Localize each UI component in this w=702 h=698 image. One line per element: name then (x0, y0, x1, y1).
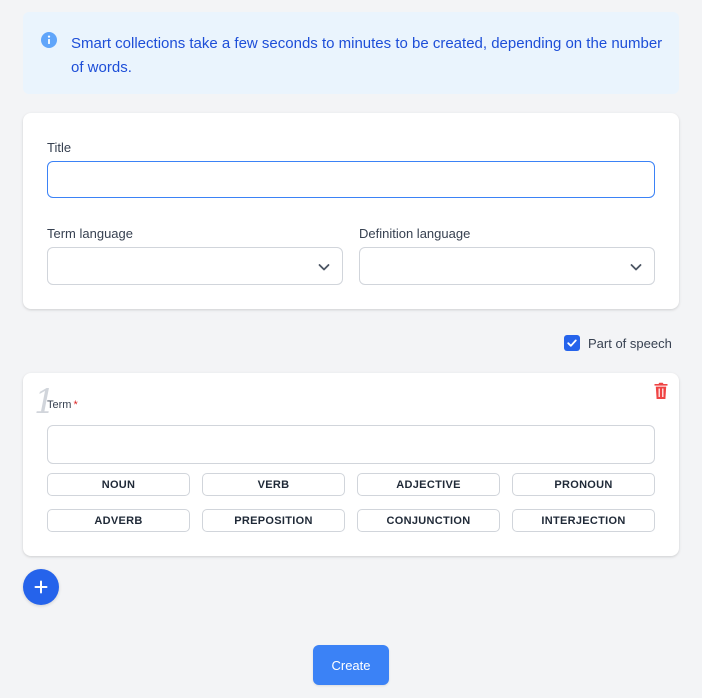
chevron-down-icon (318, 264, 330, 271)
create-button[interactable]: Create (313, 645, 389, 685)
term-input[interactable] (47, 425, 655, 464)
part-of-speech-label: Part of speech (588, 335, 672, 351)
definition-language-select[interactable] (359, 247, 655, 285)
chevron-down-icon (630, 264, 642, 271)
pos-pronoun-button[interactable]: PRONOUN (512, 473, 655, 496)
term-language-label: Term language (47, 226, 133, 241)
term-language-select[interactable] (47, 247, 343, 285)
plus-icon (34, 580, 48, 594)
pos-verb-button[interactable]: VERB (202, 473, 345, 496)
definition-language-label: Definition language (359, 226, 471, 241)
term-label-text: Term (47, 399, 72, 411)
trash-icon[interactable] (653, 382, 669, 400)
check-icon (567, 339, 577, 347)
term-card: 1 Term * NOUN VERB ADJECTIVE PRONOUN ADVE… (23, 373, 679, 556)
add-term-button[interactable] (23, 569, 59, 605)
pos-interjection-button[interactable]: INTERJECTION (512, 509, 655, 532)
info-banner: Smart collections take a few seconds to … (23, 12, 679, 94)
term-label: Term * (47, 399, 78, 411)
collection-settings-card: Title Term language Definition language (23, 113, 679, 309)
pos-adjective-button[interactable]: ADJECTIVE (357, 473, 500, 496)
pos-adverb-button[interactable]: ADVERB (47, 509, 190, 532)
pos-preposition-button[interactable]: PREPOSITION (202, 509, 345, 532)
title-input[interactable] (47, 161, 655, 198)
part-of-speech-checkbox[interactable] (564, 335, 580, 351)
info-icon (41, 32, 57, 48)
title-label: Title (47, 140, 72, 155)
required-mark: * (73, 399, 78, 411)
pos-noun-button[interactable]: NOUN (47, 473, 190, 496)
pos-conjunction-button[interactable]: CONJUNCTION (357, 509, 500, 532)
part-of-speech-toggle[interactable]: Part of speech (564, 334, 672, 352)
info-message: Smart collections take a few seconds to … (71, 35, 663, 76)
